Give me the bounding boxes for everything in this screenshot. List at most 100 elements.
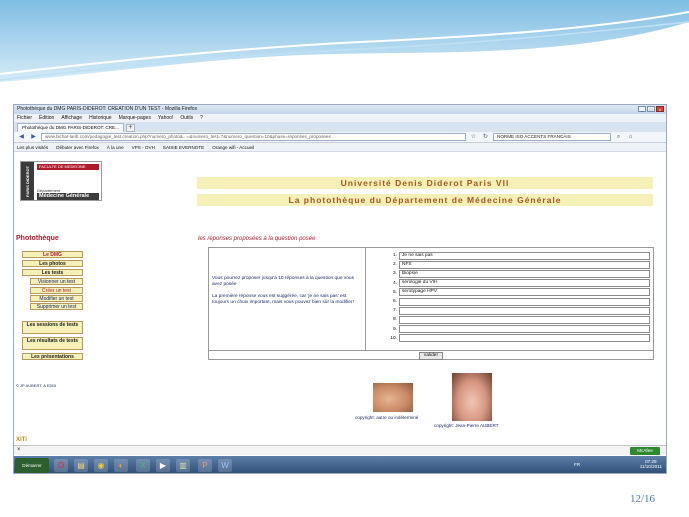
menu-bookmarks[interactable]: Marque-pages <box>119 114 151 122</box>
answer-number: 1. <box>392 253 397 259</box>
sidebar-item-presentations[interactable]: Les présentations <box>22 353 83 360</box>
archive-icon[interactable]: ▥ <box>176 459 190 472</box>
sidebar-item-test-results[interactable]: Les résultats de tests <box>22 337 83 350</box>
answer-number: 3. <box>392 271 397 277</box>
menu-view[interactable]: Affichage <box>61 114 82 122</box>
close-icon[interactable]: x <box>656 106 664 112</box>
home-icon[interactable]: ⌂ <box>626 133 635 141</box>
photo-thumbnail-hand[interactable] <box>373 383 413 412</box>
word-icon[interactable]: W <box>218 459 232 472</box>
bookmark-most-visited[interactable]: Les plus visités <box>17 143 48 151</box>
sidebar-item-view-test[interactable]: Visionner un test <box>30 278 83 285</box>
photo-caption: copyright: autre ou indéterminé <box>355 415 419 420</box>
star-icon[interactable]: ☆ <box>469 133 478 141</box>
answer-input[interactable]: sérotypage HPV <box>399 288 650 297</box>
windows-taskbar: Démarrer O ▤ ◉ ◐ X ▶ ▥ P W FR 07:28 11/1… <box>14 456 666 473</box>
answer-input[interactable] <box>399 325 650 334</box>
search-icon[interactable]: ⌕ <box>614 133 623 141</box>
reload-icon[interactable]: ↻ <box>481 133 490 141</box>
bookmark-evernote[interactable]: SAISIE EVERNOTE <box>163 143 204 151</box>
firefox-icon[interactable]: ◐ <box>114 459 128 472</box>
answer-input[interactable] <box>399 306 650 315</box>
new-tab-icon[interactable]: + <box>125 124 135 132</box>
slide: Photothèque du DMG PARIS-DIDEROT: CREATI… <box>0 0 689 517</box>
powerpoint-icon[interactable]: P <box>198 459 212 472</box>
menu-edit[interactable]: Édition <box>39 114 54 122</box>
answer-input[interactable] <box>399 297 650 306</box>
menu-bar: Fichier Édition Affichage Historique Mar… <box>14 114 666 122</box>
language-indicator[interactable]: FR <box>574 462 580 467</box>
sidebar-item-dmg[interactable]: Le DMG <box>22 251 83 258</box>
answer-input[interactable]: sérologie du VIH <box>399 279 650 288</box>
banner-department: La photothèque du Département de Médecin… <box>197 194 653 206</box>
faculty-logo[interactable]: PARIS DIDEROT FACULTE DE MEDECINE Départ… <box>20 161 102 201</box>
system-tray: FR 07:28 11/10/2011 <box>572 459 664 472</box>
back-icon[interactable]: ◀ <box>17 133 26 141</box>
answer-input[interactable] <box>399 315 650 324</box>
sidebar-item-delete-test[interactable]: Supprimer un test <box>30 303 83 310</box>
bookmark-orange-wifi[interactable]: Orange wifi - Accueil <box>212 143 254 151</box>
form-instructions: Vous pourrez proposer jusqu'à 10 réponse… <box>209 248 366 350</box>
search-input[interactable]: NORME ISO ACCENTS FRANCAIS <box>493 133 611 141</box>
web-page: PARIS DIDEROT FACULTE DE MEDECINE Départ… <box>14 153 666 445</box>
menu-help[interactable]: ? <box>200 114 203 122</box>
photo-thumbnail-finger[interactable] <box>452 373 492 421</box>
media-player-icon[interactable]: ▶ <box>156 459 170 472</box>
clock-date: 11/10/2011 <box>639 464 662 469</box>
banner-university: Université Denis Diderot Paris VII <box>197 177 653 189</box>
chrome-icon[interactable]: ◉ <box>94 459 108 472</box>
submit-button[interactable]: valider <box>419 352 443 360</box>
answer-row: 7. <box>389 306 652 315</box>
bookmark-getting-started[interactable]: Débuter avec Firefox <box>56 143 99 151</box>
answer-row: 6. <box>389 297 652 306</box>
answer-input[interactable]: Je ne sais pas <box>399 251 650 260</box>
menu-file[interactable]: Fichier <box>17 114 32 122</box>
answers-list: 1. Je ne sais pas 2. NFS 3. Biopsie 4. sérol… <box>389 251 652 343</box>
tab-active[interactable]: Photothèque du DMG PARIS-DIDEROT: CRE... <box>17 123 124 132</box>
window-titlebar: Photothèque du DMG PARIS-DIDEROT: CREATI… <box>14 105 666 114</box>
url-input[interactable]: www.bichat-larib.com/pedagogie_test.crea… <box>41 133 466 141</box>
menu-history[interactable]: Historique <box>89 114 112 122</box>
clock[interactable]: 07:28 11/10/2011 <box>640 459 662 469</box>
answer-input[interactable]: NFS <box>399 260 650 269</box>
form-intro-text: Vous pourrez proposer jusqu'à 10 réponse… <box>212 276 354 288</box>
sidebar-item-test-sessions[interactable]: Les sessions de tests <box>22 321 83 334</box>
window-title: Photothèque du DMG PARIS-DIDEROT: CREATI… <box>17 106 198 112</box>
close-icon[interactable]: × <box>17 447 21 453</box>
answer-number: 2. <box>392 262 397 268</box>
answer-number: 7. <box>392 308 397 314</box>
answer-row: 10. <box>389 334 652 343</box>
answer-input[interactable]: Biopsie <box>399 269 650 278</box>
answer-number: 6. <box>392 299 397 305</box>
answer-input[interactable] <box>399 334 650 343</box>
opera-icon[interactable]: O <box>54 459 68 472</box>
maximize-icon[interactable]: □ <box>647 106 655 112</box>
bookmark-headlines[interactable]: À la une <box>107 143 124 151</box>
screenshot-browser-window: Photothèque du DMG PARIS-DIDEROT: CREATI… <box>13 104 667 474</box>
start-button[interactable]: Démarrer <box>15 458 49 473</box>
sidebar-item-create-test[interactable]: Créer un test <box>30 287 83 294</box>
menu-yahoo[interactable]: Yahoo! <box>158 114 173 122</box>
answer-number: 9. <box>392 326 397 332</box>
logo-top-text: FACULTE DE MEDECINE <box>37 164 99 170</box>
excel-icon[interactable]: X <box>136 459 150 472</box>
sidebar-item-edit-test[interactable]: Modifier un test <box>30 295 83 302</box>
answer-number: 4. <box>392 280 397 286</box>
form-footer: valider <box>209 350 653 360</box>
navigation-bar: ◀ ▶ www.bichat-larib.com/pedagogie_test.… <box>14 132 666 143</box>
bookmark-vps-ovh[interactable]: VPS - OVH <box>132 143 155 151</box>
sidebar-item-photos[interactable]: Les photos <box>22 260 83 267</box>
forward-icon[interactable]: ▶ <box>29 133 38 141</box>
sidebar-item-tests[interactable]: Les tests <box>22 269 83 276</box>
folder-icon[interactable]: ▤ <box>74 459 88 472</box>
form-note-text: La première réponse vous est suggérée, c… <box>212 293 354 306</box>
slide-header-wave <box>0 0 689 82</box>
mcafee-badge[interactable]: McAfee <box>630 447 660 455</box>
page-number: 12/16 <box>629 493 655 505</box>
sidebar-credit: © JP AUBERT, A EDDI <box>16 383 57 388</box>
answer-number: 8. <box>392 317 397 323</box>
xiti-logo[interactable]: XiTi <box>16 437 27 443</box>
answer-number: 5. <box>392 289 397 295</box>
menu-tools[interactable]: Outils <box>180 114 193 122</box>
minimize-icon[interactable]: _ <box>638 106 646 112</box>
